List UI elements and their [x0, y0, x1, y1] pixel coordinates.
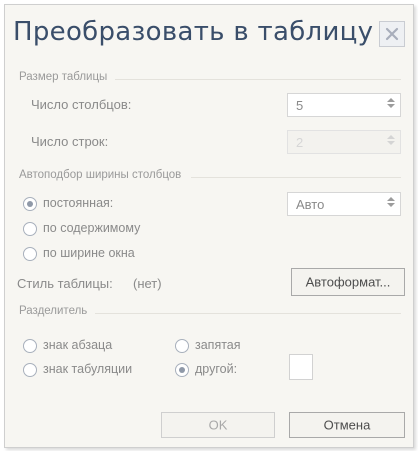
rows-spinner[interactable]: 2 [287, 130, 401, 154]
separator-group-line [95, 313, 401, 314]
autofit-window-radio[interactable] [23, 247, 37, 261]
separator-group-label: Разделитель [19, 305, 88, 317]
autofit-window-label: по ширине окна [43, 246, 135, 260]
table-style-label: Стиль таблицы: [17, 276, 113, 291]
separator-paragraph-radio[interactable] [23, 339, 37, 353]
rows-label: Число строк: [31, 134, 109, 149]
autofit-group-label: Автоподбор ширины столбцов [19, 169, 182, 181]
cancel-button[interactable]: Отмена [289, 412, 405, 438]
close-icon [385, 27, 399, 41]
autofit-content-label: по содержимому [43, 221, 141, 235]
columns-label: Число столбцов: [31, 97, 132, 112]
separator-other-label: другой: [195, 362, 238, 376]
table-size-group-label: Размер таблицы [19, 71, 108, 83]
fixed-width-spinner[interactable]: Авто [287, 192, 401, 216]
rows-value: 2 [296, 135, 304, 150]
spinner-arrows-icon[interactable] [384, 195, 398, 213]
autofit-fixed-radio[interactable] [23, 197, 37, 211]
autofit-content-radio[interactable] [23, 222, 37, 236]
autofit-fixed-label: постоянная: [43, 196, 114, 210]
dialog-title: Преобразовать в таблицу [13, 17, 374, 47]
fixed-width-value: Авто [296, 197, 325, 212]
autoformat-button-label: Автоформат... [305, 274, 391, 290]
separator-tab-label: знак табуляции [43, 362, 133, 376]
table-size-separator [115, 79, 401, 80]
convert-to-table-dialog: Преобразовать в таблицу Размер таблицы Ч… [4, 4, 414, 448]
ok-button-label: OK [208, 417, 228, 433]
autoformat-button[interactable]: Автоформат... [291, 268, 405, 296]
autofit-separator [191, 177, 401, 178]
spinner-arrows-icon[interactable] [384, 96, 398, 114]
separator-comma-label: запятая [195, 338, 241, 352]
spinner-arrows-icon[interactable] [384, 133, 398, 151]
table-style-value: (нет) [133, 276, 162, 291]
separator-tab-radio[interactable] [23, 363, 37, 377]
close-button[interactable] [379, 21, 405, 47]
ok-button[interactable]: OK [161, 412, 275, 438]
columns-value: 5 [296, 98, 304, 113]
separator-paragraph-label: знак абзаца [43, 338, 113, 352]
columns-spinner[interactable]: 5 [287, 93, 401, 117]
cancel-button-label: Отмена [323, 417, 371, 433]
separator-other-input[interactable] [289, 354, 313, 380]
separator-comma-radio[interactable] [175, 339, 189, 353]
title-bar: Преобразовать в таблицу [5, 5, 413, 59]
separator-other-radio[interactable] [175, 363, 189, 377]
